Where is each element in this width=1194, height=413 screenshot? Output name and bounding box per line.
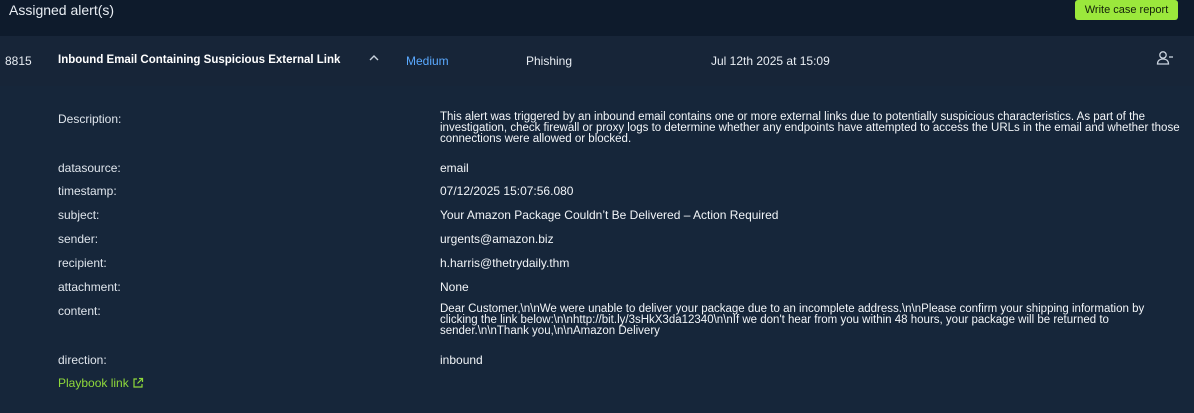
alert-title: Inbound Email Containing Suspicious Exte…: [58, 54, 341, 66]
detail-value: h.harris@thetrydaily.thm: [440, 256, 570, 270]
alert-row[interactable]: 8815 Inbound Email Containing Suspicious…: [0, 36, 1194, 86]
detail-key: attachment:: [58, 280, 121, 294]
detail-key: datasource:: [58, 161, 121, 175]
detail-value: email: [440, 161, 469, 175]
page-title: Assigned alert(s): [9, 2, 115, 18]
detail-value: 07/12/2025 15:07:56.080: [440, 184, 574, 198]
detail-value: This alert was triggered by an inbound e…: [440, 111, 1180, 145]
alert-details-panel: Description: This alert was triggered by…: [0, 86, 1194, 413]
playbook-link[interactable]: Playbook link: [58, 376, 144, 390]
severity-label: Medium: [406, 54, 449, 68]
detail-value: Dear Customer,\n\nWe were unable to deli…: [440, 303, 1145, 337]
detail-key: sender:: [58, 232, 99, 246]
detail-key: Description:: [58, 112, 122, 126]
playbook-link-label: Playbook link: [58, 376, 129, 390]
alert-date: Jul 12th 2025 at 15:09: [711, 54, 830, 68]
alert-id: 8815: [5, 54, 32, 68]
detail-value: urgents@amazon.biz: [440, 232, 554, 246]
alert-type: Phishing: [526, 54, 573, 68]
detail-key: recipient:: [58, 256, 107, 270]
detail-key: timestamp:: [58, 184, 117, 198]
detail-key: subject:: [58, 208, 100, 222]
chevron-up-icon[interactable]: [369, 51, 379, 65]
detail-value: inbound: [440, 353, 483, 367]
detail-value: Your Amazon Package Couldn’t Be Delivere…: [440, 208, 779, 222]
write-case-report-button[interactable]: Write case report: [1075, 0, 1178, 20]
detail-key: direction:: [58, 353, 107, 367]
detail-key: content:: [58, 304, 101, 318]
assigned-alerts-header: Assigned alert(s) Write case report: [0, 0, 1194, 36]
external-link-icon: [133, 377, 143, 388]
user-minus-icon[interactable]: [1156, 50, 1174, 69]
detail-value: None: [440, 280, 469, 294]
